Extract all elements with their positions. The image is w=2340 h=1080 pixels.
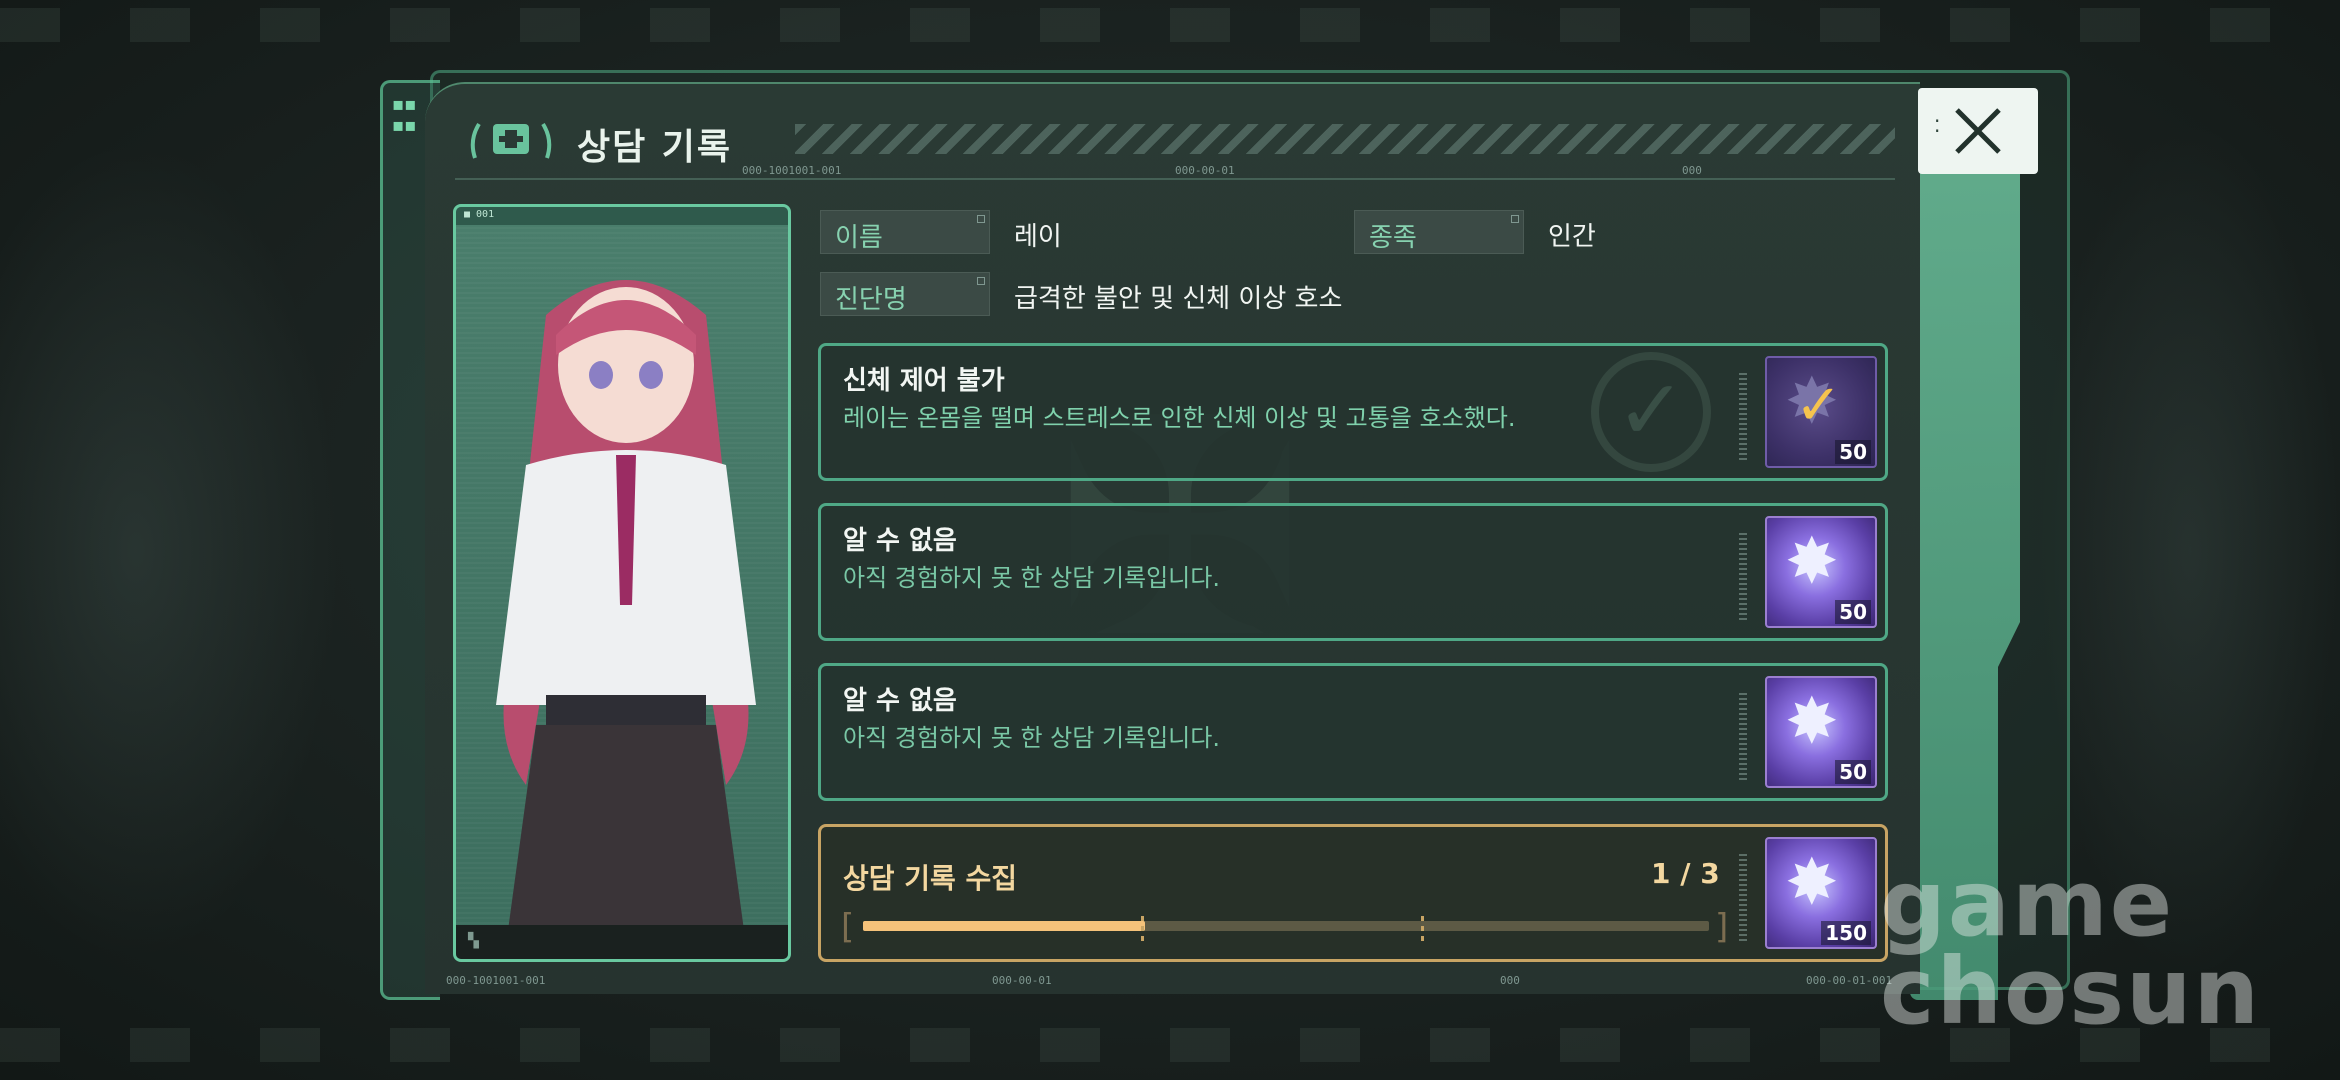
site-watermark: game chosun — [1880, 850, 2261, 1045]
collection-progress-card[interactable]: 상담 기록 수집 1 / 3 [ ] ✸ 150 — [818, 824, 1888, 962]
collection-count: 1 / 3 — [1651, 857, 1720, 890]
progress-tick — [1141, 911, 1144, 941]
record-title: 알 수 없음 — [843, 686, 957, 716]
diagnosis-value: 급격한 불안 및 신체 이상 호소 — [1014, 284, 1343, 314]
code-label: 000-1001001-001 — [446, 974, 546, 987]
bracket-left: [ — [841, 907, 855, 947]
reward-quantity: 50 — [1835, 760, 1871, 784]
code-label: 000-00-01 — [1175, 164, 1235, 177]
reward-item[interactable]: ✸ 50 — [1765, 516, 1877, 628]
code-label: 000-00-01 — [992, 974, 1052, 987]
record-description: 레이는 온몸을 떨며 스트레스로 인한 신체 이상 및 고통을 호소했다. — [843, 404, 1516, 432]
reward-item[interactable]: ✸ ✓ 50 — [1765, 356, 1877, 468]
record-description: 아직 경험하지 못 한 상담 기록입니다. — [843, 564, 1220, 592]
record-card[interactable]: 신체 제어 불가 레이는 온몸을 떨며 스트레스로 인한 신체 이상 및 고통을… — [818, 343, 1888, 481]
reward-item[interactable]: ✸ 150 — [1765, 837, 1877, 949]
portrait-tag: ■ 001 — [456, 207, 788, 225]
portrait-footer: ▚ — [456, 925, 788, 959]
reward-quantity: 50 — [1835, 600, 1871, 624]
background-stripe-top — [0, 8, 2340, 42]
bracket-right: ] — [1715, 907, 1729, 947]
star-crystal-icon: ✸ — [1785, 846, 1839, 920]
name-value: 레이 — [1014, 222, 1062, 252]
header-divider — [455, 178, 1895, 180]
species-label: 종족 — [1354, 210, 1524, 254]
watermark-line: game — [1880, 850, 2175, 957]
reward-item[interactable]: ✸ 50 — [1765, 676, 1877, 788]
code-label: 000 — [1500, 974, 1520, 987]
record-card[interactable]: 알 수 없음 아직 경험하지 못 한 상담 기록입니다. ✸ 50 — [818, 503, 1888, 641]
barcode-decoration — [1739, 851, 1747, 941]
diagnosis-label: 진단명 — [820, 272, 990, 316]
emblem-icon — [465, 112, 557, 168]
species-value: 인간 — [1548, 222, 1596, 252]
barcode-decoration — [1739, 530, 1747, 620]
logo-icon: ▚ — [468, 933, 479, 949]
star-crystal-icon: ✸ — [1785, 525, 1839, 599]
close-button[interactable]: · · — [1918, 88, 2038, 174]
watermark-line: chosun — [1880, 938, 2261, 1045]
reward-quantity: 150 — [1821, 921, 1871, 945]
collection-title: 상담 기록 수집 — [843, 862, 1018, 895]
completed-check-watermark-icon: ✓ — [1591, 352, 1711, 472]
record-title: 알 수 없음 — [843, 526, 957, 556]
barcode-decoration — [1739, 690, 1747, 780]
record-title: 신체 제어 불가 — [843, 366, 1005, 396]
grip-icon: ▪▪ ▪▪ — [392, 94, 417, 136]
character-portrait: ■ 001 ▚ — [453, 204, 791, 962]
record-card[interactable]: 알 수 없음 아직 경험하지 못 한 상담 기록입니다. ✸ 50 — [818, 663, 1888, 801]
reward-quantity: 50 — [1835, 440, 1871, 464]
background-blur-left — [0, 140, 340, 960]
page-title: 상담 기록 — [577, 127, 733, 168]
code-label: 000-1001001-001 — [742, 164, 842, 177]
character-illustration — [496, 280, 756, 945]
header-hatch-decoration — [795, 124, 1895, 154]
checkmark-icon: ✓ — [1795, 373, 1842, 438]
code-label: 000 — [1682, 164, 1702, 177]
close-icon — [1955, 108, 2001, 154]
collection-progress-bar — [863, 921, 1709, 931]
star-crystal-icon: ✸ — [1785, 685, 1839, 759]
record-description: 아직 경험하지 못 한 상담 기록입니다. — [843, 724, 1220, 752]
progress-fill — [863, 921, 1145, 931]
name-label: 이름 — [820, 210, 990, 254]
barcode-decoration — [1739, 370, 1747, 460]
progress-tick — [1421, 911, 1424, 941]
handle-dots-icon: · · — [1934, 109, 1941, 143]
